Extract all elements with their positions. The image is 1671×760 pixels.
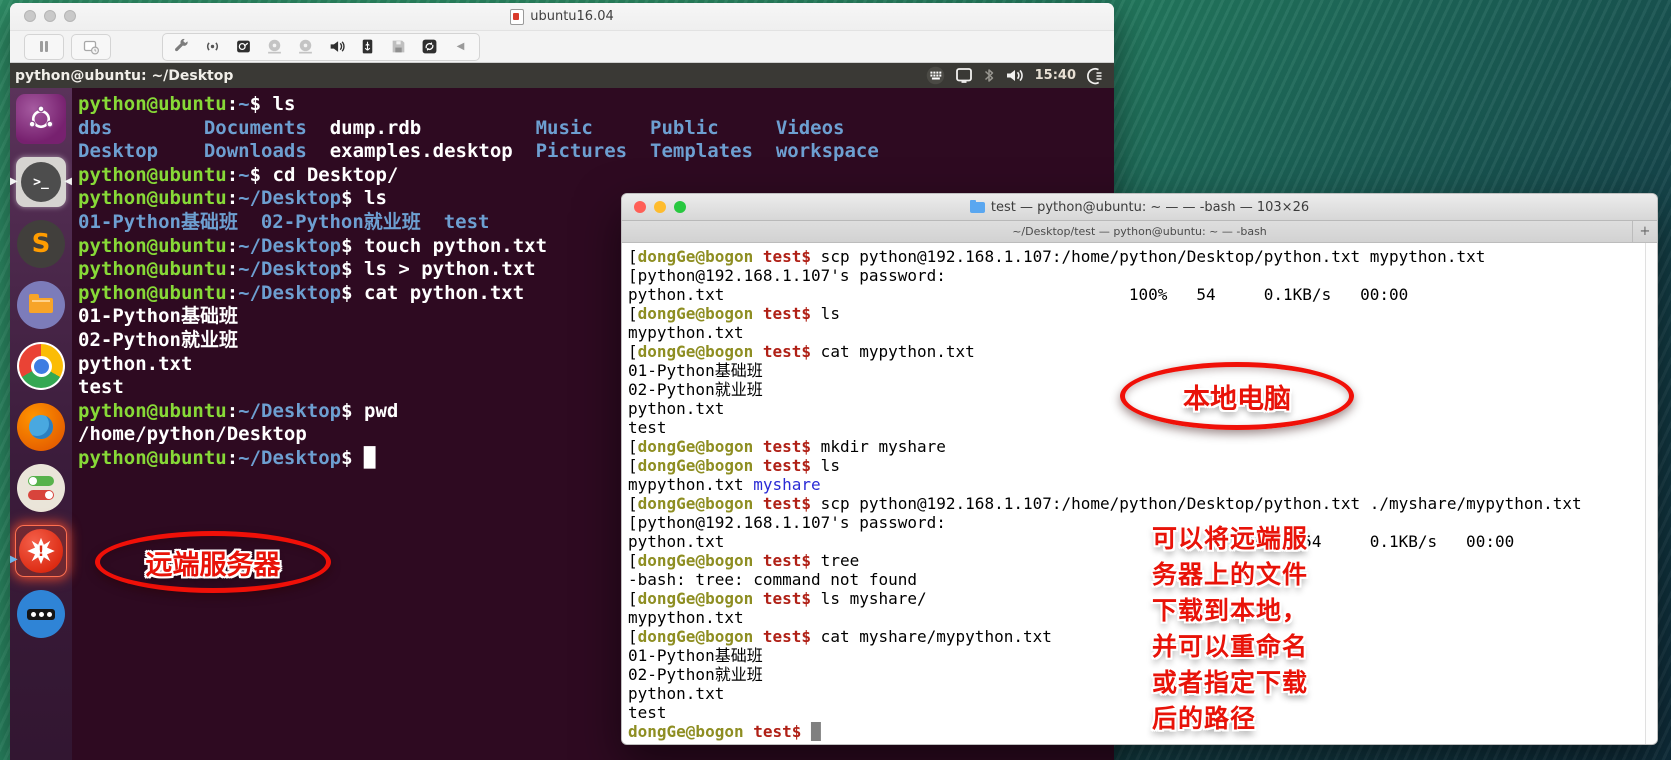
new-tab-button[interactable]: + [1632, 221, 1657, 242]
crash-app-arrow-icon: ▶ [10, 555, 18, 565]
signal-icon [204, 38, 221, 55]
folder-icon [29, 298, 53, 313]
cdrom-button-2[interactable] [290, 35, 321, 59]
collapse-arrow-icon: ◀ [457, 41, 465, 52]
launcher-item-dash[interactable] [16, 94, 66, 144]
vm-title-text: ubuntu16.04 [530, 9, 614, 24]
mac-title-text: test — python@ubuntu: ~ — — -bash — 103×… [991, 200, 1309, 215]
panel-clock[interactable]: 15:40 [1035, 68, 1076, 83]
chrome-icon [19, 344, 63, 388]
annotation-oval-remote: 远端服务器 [95, 531, 331, 593]
settings-wrench-button[interactable] [166, 35, 197, 59]
zoom-button[interactable] [674, 201, 686, 213]
firefox-icon [29, 415, 53, 439]
vm-window-controls [24, 10, 76, 22]
toolbar-collapse-button[interactable]: ◀ [445, 35, 476, 59]
close-button[interactable] [24, 10, 36, 22]
cdrom-icon [297, 38, 314, 55]
launcher-item-files[interactable] [17, 281, 65, 329]
bluetooth-icon[interactable] [983, 67, 995, 84]
harddisk-icon [235, 38, 252, 55]
mac-terminal-window: test — python@ubuntu: ~ — — -bash — 103×… [621, 193, 1658, 745]
vm-document-icon [510, 9, 524, 25]
active-app-arrow-right-icon: ◀ [64, 177, 72, 187]
mac-terminal-output: [dongGe@bogon test$ scp python@192.168.1… [628, 247, 1657, 741]
note-line: 下载到本地， [1152, 593, 1308, 629]
launcher-item-firefox[interactable] [17, 403, 65, 451]
mac-terminal[interactable]: [dongGe@bogon test$ scp python@192.168.1… [622, 243, 1657, 745]
terminal-icon: >_ [21, 162, 61, 202]
tab-title[interactable]: ~/Desktop/test — python@ubuntu: ~ — -bas… [1012, 225, 1267, 238]
zoom-button[interactable] [64, 10, 76, 22]
close-button[interactable] [634, 201, 646, 213]
minimize-button[interactable] [44, 10, 56, 22]
annotation-oval-local: 本地电脑 [1120, 362, 1354, 430]
vm-device-toolbar: ◀ [162, 33, 480, 61]
panel-window-title: python@ubuntu: ~/Desktop [10, 68, 233, 84]
wrench-icon [173, 38, 190, 55]
mac-titlebar: test — python@ubuntu: ~ — — -bash — 103×… [622, 194, 1657, 221]
folder-icon [970, 202, 985, 213]
harddisk-button[interactable] [228, 35, 259, 59]
snapshot-button[interactable] [71, 34, 111, 60]
launcher-item-more-apps[interactable] [17, 590, 65, 638]
session-power-icon[interactable] [1086, 67, 1104, 85]
ubuntu-logo-icon [26, 104, 56, 134]
mac-window-controls [634, 201, 686, 213]
remote-server-label: 远端服务器 [146, 543, 281, 582]
mac-tab-bar: ~/Desktop/test — python@ubuntu: ~ — -bas… [622, 221, 1657, 243]
active-app-arrow-left-icon: ▶ [10, 177, 18, 187]
launcher-item-sublime[interactable]: S [17, 220, 65, 268]
toggle-off-icon [28, 490, 54, 500]
floppy-icon [390, 38, 407, 55]
annotation-notes: 可以将远端服务器上的文件下载到本地，并可以重命名或者指定下载后的路径 [1152, 521, 1308, 737]
vm-titlebar: ubuntu16.04 [10, 3, 1114, 31]
note-line: 或者指定下载 [1152, 665, 1308, 701]
volume-icon[interactable] [1005, 67, 1025, 84]
sync-button[interactable] [414, 35, 445, 59]
speaker-icon [328, 38, 345, 55]
cdrom-button[interactable] [259, 35, 290, 59]
display-network-icon[interactable] [955, 67, 973, 84]
launcher-item-toggles[interactable] [17, 464, 65, 512]
usb-button[interactable] [352, 35, 383, 59]
crash-alert-icon: ! [19, 529, 63, 573]
note-line: 可以将远端服 [1152, 521, 1308, 557]
floppy-button[interactable] [383, 35, 414, 59]
sync-icon [421, 38, 438, 55]
minimize-button[interactable] [654, 201, 666, 213]
mac-window-title: test — python@ubuntu: ~ — — -bash — 103×… [970, 200, 1309, 215]
launcher-item-chrome[interactable] [17, 342, 65, 390]
ubuntu-top-panel: python@ubuntu: ~/Desktop 15: [10, 63, 1114, 88]
vm-window-title: ubuntu16.04 [510, 9, 614, 25]
sublime-icon: S [32, 229, 51, 259]
svg-text:!: ! [38, 544, 44, 560]
more-dots-icon [27, 609, 55, 620]
note-line: 并可以重命名 [1152, 629, 1308, 665]
note-line: 务器上的文件 [1152, 557, 1308, 593]
usb-icon [359, 38, 376, 55]
ubuntu-launcher: >_ S [10, 88, 72, 760]
keyboard-icon[interactable] [926, 66, 945, 85]
panel-indicators: 15:40 [926, 66, 1114, 85]
pause-icon [40, 41, 43, 52]
sound-button[interactable] [321, 35, 352, 59]
snapshot-icon [83, 39, 100, 55]
scrollbar[interactable] [1645, 243, 1657, 745]
network-button[interactable] [197, 35, 228, 59]
launcher-item-terminal[interactable]: >_ [16, 157, 66, 207]
toggle-on-icon [28, 476, 54, 486]
pause-button[interactable] [24, 34, 64, 60]
vm-toolbar: ◀ [10, 31, 1114, 63]
note-line: 后的路径 [1152, 701, 1308, 737]
launcher-item-crash-report[interactable]: ! [15, 525, 67, 577]
local-computer-label: 本地电脑 [1183, 377, 1291, 416]
cdrom-icon [266, 38, 283, 55]
